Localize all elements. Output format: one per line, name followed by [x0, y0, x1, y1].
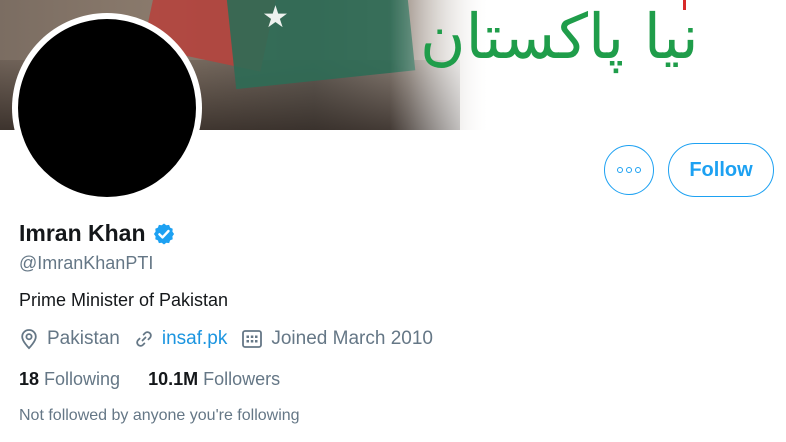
followers-count: 10.1M — [148, 369, 199, 389]
link-icon — [136, 331, 152, 347]
following-stat[interactable]: 18 Following — [19, 369, 120, 390]
following-count: 18 — [19, 369, 40, 389]
avatar-frame[interactable] — [12, 13, 202, 203]
profile-handle: @ImranKhanPTI — [19, 253, 154, 273]
profile-name: Imran Khan — [19, 220, 146, 246]
more-horizontal-icon — [617, 167, 641, 173]
calendar-icon — [242, 330, 263, 348]
profile-bio: Prime Minister of Pakistan — [19, 290, 229, 310]
verified-badge-icon — [153, 223, 174, 244]
profile-meta-row: Pakistan insaf.pk Joined March 2010 — [19, 328, 447, 350]
joined-text: Joined March 2010 — [271, 328, 433, 349]
mutual-followers-note: Not followed by anyone you're following — [19, 407, 300, 424]
following-label: Following — [44, 369, 121, 389]
website-link[interactable]: insaf.pk — [162, 328, 227, 350]
more-options-button[interactable] — [604, 145, 654, 195]
location-item: Pakistan — [19, 328, 120, 350]
banner-accent-mark — [683, 0, 686, 10]
profile-name-row: Imran Khan — [19, 220, 176, 247]
banner-slogan: نیا پاکستان — [420, 0, 699, 73]
flag-star-icon: ★ — [262, 1, 289, 34]
location-text: Pakistan — [47, 328, 120, 349]
avatar[interactable] — [18, 19, 196, 197]
website-item[interactable]: insaf.pk — [134, 328, 227, 350]
location-pin-icon — [21, 329, 37, 350]
follow-button[interactable]: Follow — [668, 143, 774, 197]
followers-stat[interactable]: 10.1M Followers — [148, 369, 280, 390]
profile-stats: 18 Following 10.1M Followers — [19, 369, 308, 390]
joined-item: Joined March 2010 — [241, 328, 433, 350]
followers-label: Followers — [203, 369, 281, 389]
